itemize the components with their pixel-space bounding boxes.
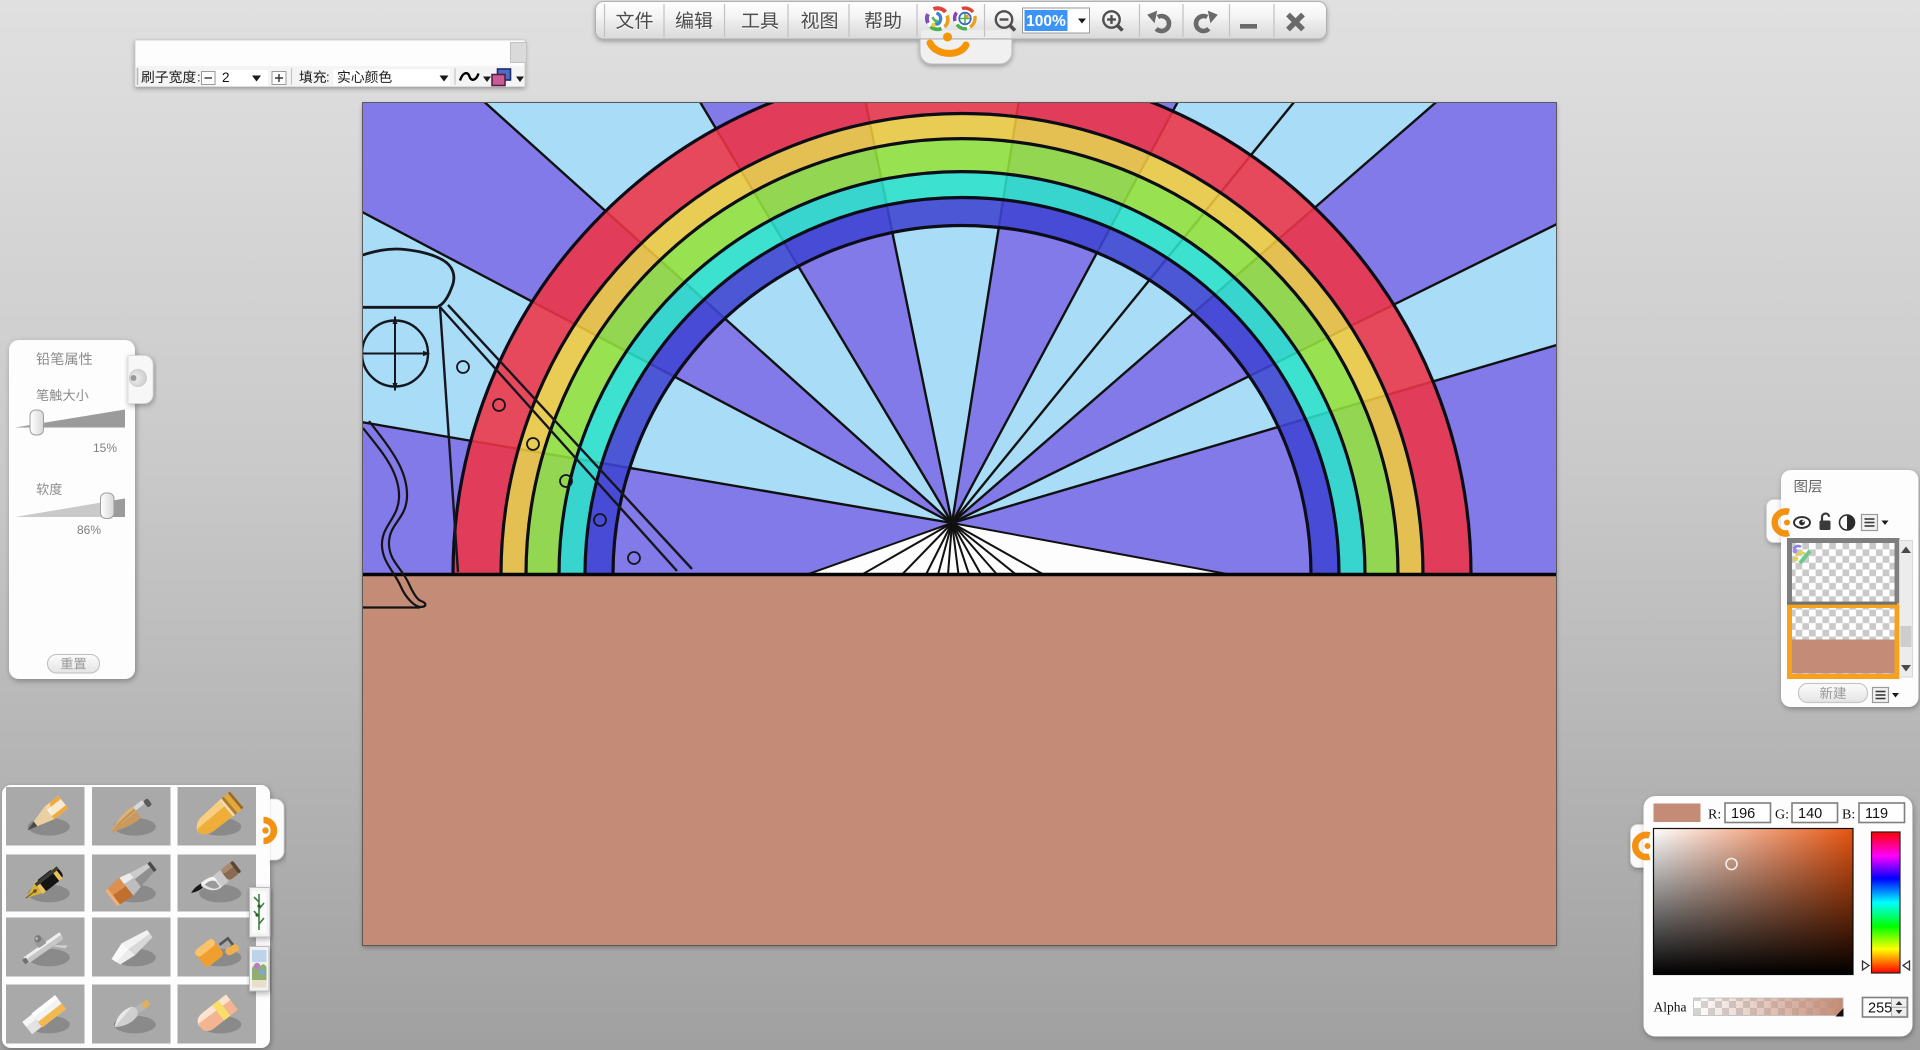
svg-text:86%: 86%: [77, 523, 101, 537]
svg-text:140: 140: [1798, 806, 1822, 822]
svg-text:G:: G:: [1775, 808, 1789, 823]
svg-text:100%: 100%: [1026, 13, 1066, 30]
svg-text:Alpha: Alpha: [1654, 1000, 1687, 1015]
svg-text:B:: B:: [1842, 808, 1855, 823]
svg-text:196: 196: [1731, 806, 1755, 822]
svg-text:119: 119: [1865, 806, 1888, 822]
svg-text::: :: [197, 70, 201, 85]
svg-text:2: 2: [222, 70, 230, 85]
svg-text:15%: 15%: [93, 441, 117, 455]
svg-text::: :: [326, 70, 330, 85]
svg-text:R:: R:: [1708, 808, 1721, 823]
svg-text:255: 255: [1868, 1001, 1892, 1017]
